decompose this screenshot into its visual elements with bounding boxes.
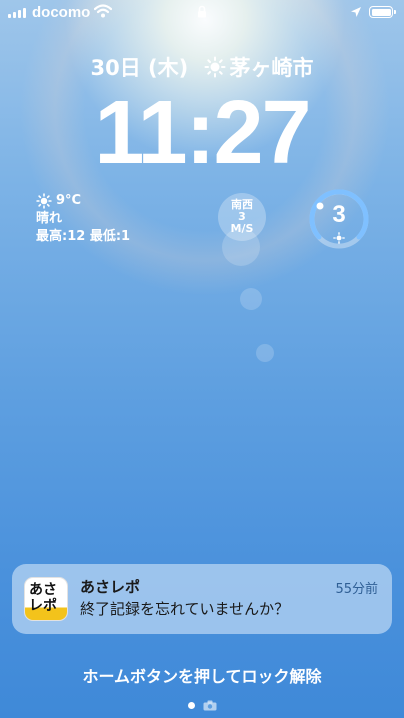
weather-temp: 9°C	[56, 193, 82, 208]
location-label: 茅ヶ崎市	[229, 56, 314, 80]
uv-value: 3	[332, 201, 346, 228]
signal-icon	[8, 8, 26, 18]
weather-widget[interactable]: 9°C 晴れ 最高:12 最低:1	[36, 192, 130, 246]
notification-app-name: あさレポ	[80, 578, 141, 596]
clock-time: 11:27	[94, 83, 311, 183]
date-label: 30日 (木)	[90, 56, 189, 80]
date-location-line: 30日 (木) 茅ヶ崎市	[0, 52, 404, 82]
notification-card[interactable]: あさ レポ あさレポ 55分前 終了記録を忘れていませんか？	[12, 564, 392, 634]
wifi-icon	[94, 4, 112, 18]
camera-icon[interactable]	[203, 700, 217, 711]
page-indicator	[0, 700, 404, 711]
sun-icon	[333, 232, 345, 244]
sun-icon	[204, 56, 226, 78]
weather-high-low: 最高:12 最低:1	[36, 229, 131, 244]
unlock-hint: ホームボタンを押してロック解除	[82, 667, 322, 686]
battery-full-icon	[369, 6, 396, 18]
status-bar: docomo	[0, 0, 404, 26]
lock-icon	[198, 5, 206, 18]
app-icon: あさ レポ	[24, 577, 68, 621]
page-dot	[187, 702, 195, 709]
wind-unit: M/S	[230, 222, 254, 235]
notification-time: 55分前	[335, 582, 378, 597]
sun-icon	[36, 193, 52, 209]
lens-flare	[240, 288, 262, 310]
carrier-name: docomo	[32, 4, 91, 21]
uv-index-widget[interactable]: 3	[308, 188, 370, 250]
wind-widget[interactable]: 南西 3 M/S	[218, 193, 266, 241]
location-arrow-icon	[351, 7, 361, 17]
lens-flare	[256, 344, 274, 362]
notification-body: 終了記録を忘れていませんか？	[80, 600, 290, 618]
weather-condition: 晴れ	[36, 211, 63, 226]
